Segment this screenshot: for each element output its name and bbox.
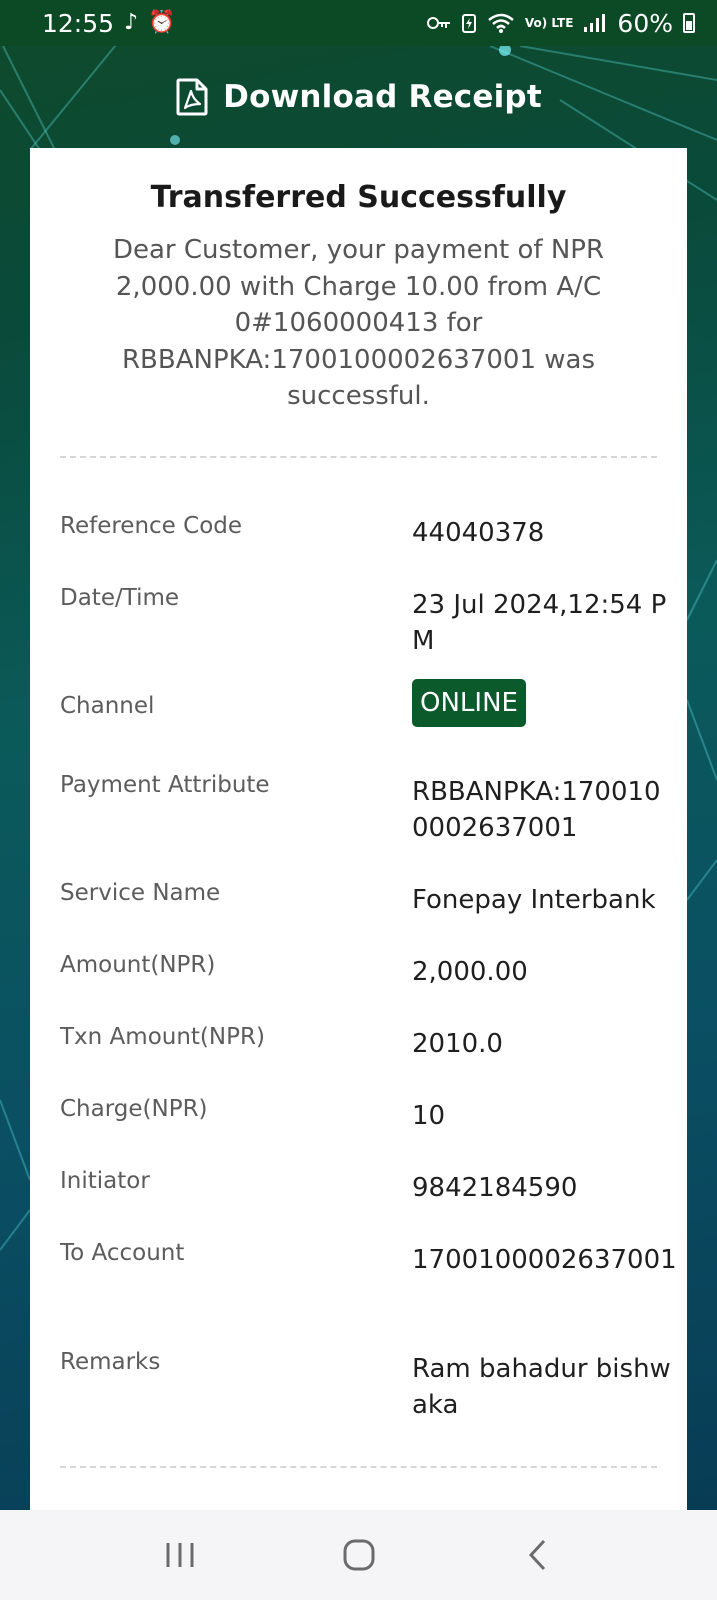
- row-value: RBBANPKA:1700100002637001: [412, 777, 661, 843]
- recent-apps-icon: [166, 1543, 193, 1567]
- row-value: 2010.0: [412, 1029, 503, 1059]
- row-value: 1700100002637001: [412, 1245, 677, 1275]
- status-time: 12:55: [42, 8, 115, 38]
- row-value: 23 Jul 2024,12:54 PM: [412, 590, 667, 656]
- status-right: Vo) LTE 60%: [426, 8, 695, 38]
- key-icon: [426, 17, 450, 29]
- row-value: Ram bahadur bishwaka: [412, 1354, 671, 1420]
- row-label: Amount(NPR): [60, 952, 216, 978]
- download-receipt-button[interactable]: Download Receipt: [0, 62, 717, 132]
- back-button[interactable]: [508, 1525, 568, 1585]
- status-bar: 12:55 ♪ ⏰ Vo) LTE 60%: [0, 0, 717, 46]
- row-value: ONLINE: [412, 679, 677, 727]
- row-label: Date/Time: [60, 585, 180, 611]
- home-button[interactable]: [329, 1525, 389, 1585]
- divider-top: [60, 456, 657, 458]
- row-value: 2,000.00: [412, 957, 528, 987]
- row-label: Remarks: [60, 1349, 161, 1375]
- tiktok-icon: ♪: [124, 10, 139, 35]
- signal-icon: [584, 14, 606, 32]
- home-icon: [343, 1539, 374, 1571]
- row-label: Txn Amount(NPR): [60, 1024, 265, 1050]
- row-value: Fonepay Interbank: [412, 885, 656, 915]
- row-label: Charge(NPR): [60, 1096, 208, 1122]
- receipt-title: Transferred Successfully: [150, 180, 567, 215]
- wifi-icon: [488, 13, 514, 33]
- row-label: Channel: [60, 693, 155, 719]
- volte-label: Vo) LTE: [524, 15, 574, 30]
- receipt-message: Dear Customer, your payment of NPR 2,000…: [112, 235, 605, 411]
- row-value: 9842184590: [412, 1173, 578, 1203]
- row-label: Initiator: [60, 1168, 150, 1194]
- row-value: 10: [412, 1101, 446, 1131]
- battery-saver-icon: [461, 14, 476, 33]
- download-receipt-label: Download Receipt: [223, 79, 542, 115]
- divider-bottom: [60, 1466, 657, 1468]
- row-label: Reference Code: [60, 513, 243, 539]
- battery-percent: 60%: [617, 8, 673, 38]
- row-label: Payment Attribute: [60, 772, 270, 798]
- status-left: 12:55 ♪ ⏰: [42, 9, 176, 38]
- pdf-file-icon: [176, 78, 208, 116]
- alarm-off-icon: ⏰: [148, 10, 176, 35]
- battery-icon: [683, 13, 695, 33]
- system-nav-bar: [0, 1510, 717, 1600]
- back-chevron-icon: [528, 1539, 545, 1571]
- recent-apps-button[interactable]: [150, 1525, 210, 1585]
- row-label: To Account: [60, 1240, 185, 1266]
- receipt-card: Transferred Successfully Dear Customer, …: [30, 148, 687, 1510]
- row-label: Service Name: [60, 880, 221, 906]
- row-value: 44040378: [412, 518, 545, 548]
- channel-badge: ONLINE: [412, 679, 526, 727]
